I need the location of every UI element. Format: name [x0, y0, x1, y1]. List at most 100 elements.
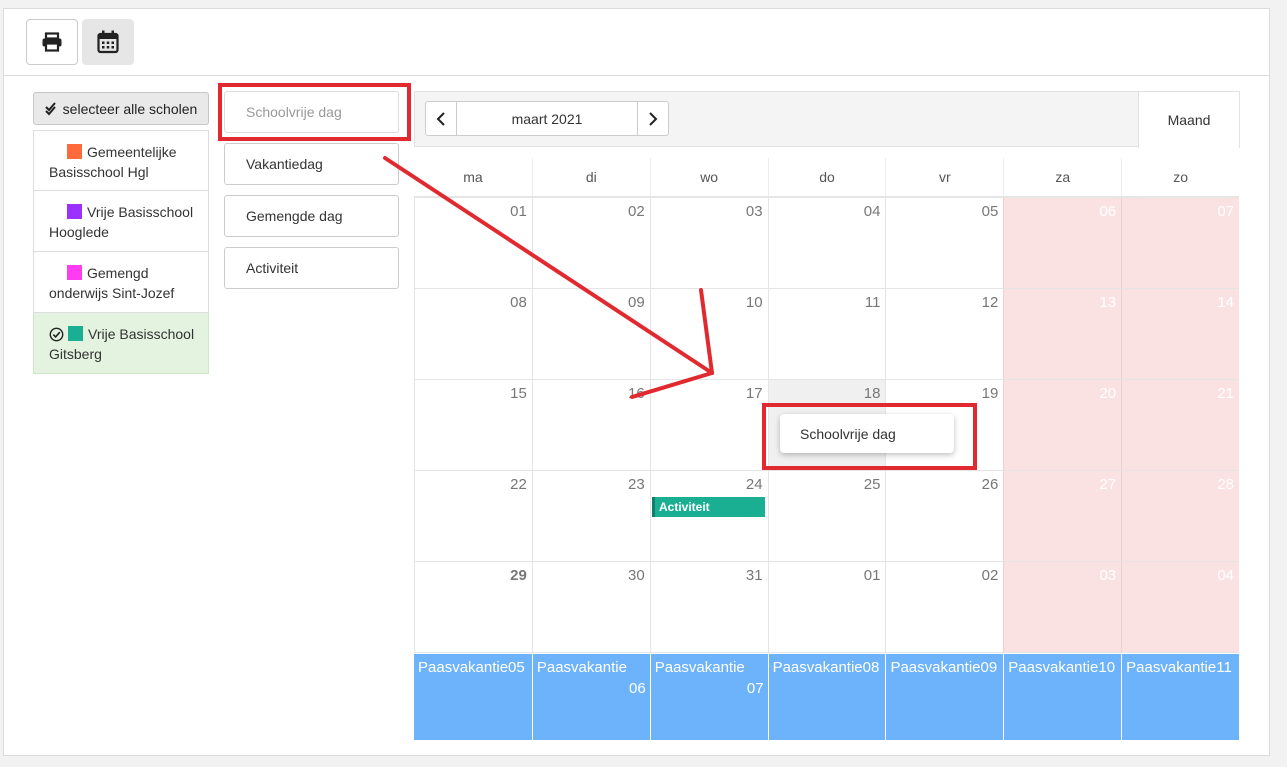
day-cell[interactable]: 05: [885, 198, 1003, 288]
vacation-label: Paasvakantie: [536, 659, 627, 676]
vacation-day[interactable]: Paasvakantie 07: [649, 654, 768, 740]
day-cell[interactable]: 25: [767, 471, 886, 561]
week-row: 08 09 10 11 12 13 14: [414, 289, 1240, 380]
type-schoolvrije-dag[interactable]: Schoolvrije dag: [224, 91, 399, 133]
chevron-left-icon: [436, 111, 445, 126]
school-item-vrije-basisschool-hooglede[interactable]: Vrije Basisschool Hooglede: [33, 191, 209, 252]
calendar-button[interactable]: [82, 19, 134, 65]
day-cell[interactable]: 01: [414, 198, 532, 288]
day-cell-weekend[interactable]: 04: [1121, 562, 1240, 652]
day-cell-weekend[interactable]: 13: [1003, 289, 1122, 379]
day-number: 30: [628, 567, 645, 584]
day-cell[interactable]: 15: [414, 380, 532, 470]
day-cell[interactable]: 31: [649, 562, 768, 652]
school-item-gemeentelijke-basisschool-hgl[interactable]: Gemeentelijke Basisschool Hgl: [33, 130, 209, 191]
vacation-day[interactable]: Paasvakantie08: [767, 654, 886, 740]
school-color-swatch: [67, 204, 82, 219]
day-cell-weekend[interactable]: 14: [1121, 289, 1240, 379]
double-check-icon: [44, 101, 56, 115]
day-number: 14: [1217, 294, 1235, 311]
vacation-row: Paasvakantie05 Paasvakantie 06 Paasvakant…: [414, 654, 1240, 740]
weekday-label: vr: [885, 158, 1003, 196]
day-cell[interactable]: 10: [649, 289, 768, 379]
check-circle-icon: [49, 327, 64, 342]
day-cell[interactable]: 08: [414, 289, 532, 379]
day-number: 15: [510, 385, 527, 402]
day-number: 21: [1217, 385, 1235, 402]
school-name-line2: onderwijs Sint-Jozef: [49, 285, 175, 301]
weekday-label: zo: [1121, 158, 1239, 196]
school-item-gemengd-onderwijs-sint-jozef[interactable]: Gemengd onderwijs Sint-Jozef: [33, 252, 209, 313]
school-color-swatch: [67, 265, 82, 280]
school-name-line1: Gemeentelijke: [87, 144, 177, 160]
day-cell[interactable]: 30: [531, 562, 650, 652]
type-activiteit[interactable]: Activiteit: [224, 247, 399, 289]
current-month-label[interactable]: maart 2021: [457, 102, 637, 135]
day-cell-weekend[interactable]: 20: [1003, 380, 1122, 470]
week-row: 22 23 24 25 26 27 28: [414, 471, 1240, 562]
day-number: 23: [628, 476, 645, 493]
day-number: 08: [510, 294, 527, 311]
day-number: 20: [1099, 385, 1117, 402]
day-number: 04: [863, 203, 881, 220]
day-number: 18: [863, 385, 881, 402]
event-activiteit[interactable]: Activiteit: [652, 497, 765, 517]
day-cell[interactable]: 03: [649, 198, 768, 288]
day-cell[interactable]: 17: [649, 380, 768, 470]
vacation-day[interactable]: Paasvakantie05: [414, 654, 532, 740]
day-cell[interactable]: 22: [414, 471, 532, 561]
day-cell[interactable]: 04: [767, 198, 886, 288]
print-button[interactable]: [26, 19, 78, 65]
day-number: 02: [628, 203, 645, 220]
vacation-label: Paasvakantie05: [418, 659, 525, 676]
select-all-schools-button[interactable]: selecteer alle scholen: [33, 92, 209, 125]
toolbar-divider: [4, 75, 1269, 76]
day-cell[interactable]: 09: [531, 289, 650, 379]
day-cell[interactable]: 01: [767, 562, 886, 652]
day-cell[interactable]: 26: [885, 471, 1003, 561]
day-number: 26: [981, 476, 999, 493]
type-gemengde-dag[interactable]: Gemengde dag: [224, 195, 399, 237]
day-cell-weekend[interactable]: 07: [1121, 198, 1240, 288]
day-cell-weekend[interactable]: 28: [1121, 471, 1240, 561]
day-cell[interactable]: 02: [885, 562, 1003, 652]
prev-month-button[interactable]: [426, 102, 457, 135]
vacation-day[interactable]: Paasvakantie11: [1121, 654, 1240, 740]
school-item-vrije-basisschool-gitsberg[interactable]: Vrije Basisschool Gitsberg: [33, 313, 209, 374]
day-number: 12: [981, 294, 999, 311]
day-cell[interactable]: 11: [767, 289, 886, 379]
vacation-label: Paasvakantie: [654, 659, 745, 676]
day-cell[interactable]: 16: [531, 380, 650, 470]
day-number: 09: [628, 294, 645, 311]
weekday-header: ma di wo do vr za zo: [414, 158, 1239, 198]
day-number: 24: [745, 476, 763, 493]
chevron-right-icon: [649, 111, 658, 126]
school-name-line1: Gemengd: [87, 265, 149, 281]
day-cell[interactable]: 02: [531, 198, 650, 288]
day-number: 31: [745, 567, 763, 584]
day-number: 03: [745, 203, 763, 220]
day-number: 27: [1099, 476, 1117, 493]
view-month-button[interactable]: Maand: [1138, 91, 1240, 148]
weekday-label: wo: [649, 158, 768, 196]
day-cell[interactable]: 12: [885, 289, 1003, 379]
week-row: 01 02 03 04 05 06 07: [414, 198, 1240, 289]
day-cell-today[interactable]: 29: [414, 562, 532, 652]
calendar-icon: [97, 30, 119, 54]
vacation-day[interactable]: Paasvakantie 06: [531, 654, 650, 740]
vacation-day[interactable]: Paasvakantie09: [885, 654, 1004, 740]
drag-ghost-schoolvrije-dag[interactable]: Schoolvrije dag: [780, 414, 954, 453]
vacation-day[interactable]: Paasvakantie10: [1003, 654, 1122, 740]
type-vakantiedag[interactable]: Vakantiedag: [224, 143, 399, 185]
day-number: 25: [863, 476, 881, 493]
day-cell-weekend[interactable]: 27: [1003, 471, 1122, 561]
school-name-line1: Vrije Basisschool: [88, 326, 195, 342]
weekday-label: do: [767, 158, 886, 196]
school-name-line2: Basisschool Hgl: [49, 164, 149, 180]
day-cell-weekend[interactable]: 21: [1121, 380, 1240, 470]
day-cell[interactable]: 23: [531, 471, 650, 561]
day-cell-weekend[interactable]: 03: [1003, 562, 1122, 652]
day-cell-weekend[interactable]: 06: [1003, 198, 1122, 288]
next-month-button[interactable]: [637, 102, 668, 135]
day-number: 10: [745, 294, 763, 311]
